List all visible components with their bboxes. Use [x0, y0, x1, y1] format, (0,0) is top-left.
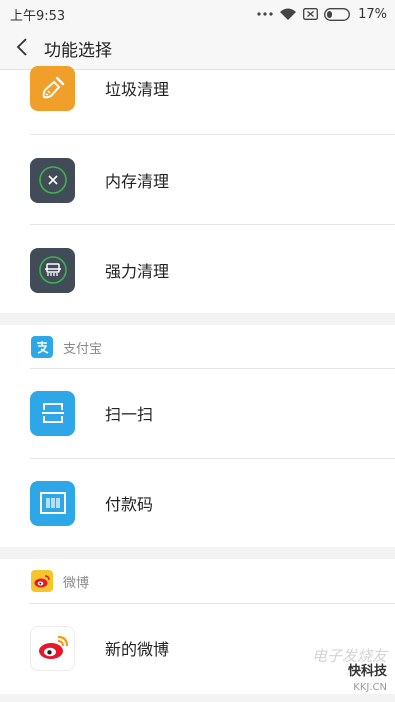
group-header-alipay: 支付宝 [0, 325, 395, 369]
group-label: 支付宝 [63, 341, 103, 357]
watermark-line2: 快科技 [347, 664, 387, 679]
list-item-label: 强力清理 [105, 262, 170, 281]
battery-percent: 17% [358, 6, 387, 22]
battery-icon [324, 7, 352, 21]
list-item-deep-clean[interactable]: 强力清理 [0, 225, 395, 315]
list-item-junk-clean[interactable]: 垃圾清理 [0, 43, 395, 133]
list-item-label: 垃圾清理 [105, 80, 170, 99]
weibo-icon [31, 570, 53, 592]
watermark-line1: 电子发烧友 [311, 647, 387, 665]
watermark: 电子发烧友 快科技 KKJ.CN [312, 648, 387, 696]
more-dots-icon [257, 11, 273, 17]
weibo-icon [30, 625, 75, 671]
group-header-weibo: 微博 [0, 559, 395, 603]
wifi-icon [279, 8, 297, 21]
alipay-section: 支付宝 扫一扫 付款码 [0, 325, 395, 547]
status-icons: 17% [257, 7, 387, 22]
list-item-scan[interactable]: 扫一扫 [0, 368, 395, 458]
memory-clean-icon [30, 157, 75, 203]
deep-clean-icon [30, 247, 75, 293]
list-item-label: 新的微博 [105, 640, 170, 659]
list-item-label: 扫一扫 [105, 405, 154, 424]
list-item-label: 内存清理 [105, 172, 170, 191]
cleaner-section: 垃圾清理 内存清理 强力清理 [0, 65, 395, 315]
status-bar: 上午9:53 17% [0, 0, 395, 28]
group-label: 微博 [63, 575, 90, 591]
alipay-icon [31, 336, 53, 358]
barcode-icon [30, 480, 75, 526]
list-item-memory-clean[interactable]: 内存清理 [0, 135, 395, 225]
watermark-line3: KKJ.CN [353, 682, 387, 693]
list-item-pay-code[interactable]: 付款码 [0, 458, 395, 548]
list-item-label: 付款码 [105, 495, 154, 514]
broom-icon [30, 65, 75, 111]
status-time: 上午9:53 [10, 8, 66, 24]
scan-icon [30, 390, 75, 436]
sim-none-icon [303, 8, 319, 20]
